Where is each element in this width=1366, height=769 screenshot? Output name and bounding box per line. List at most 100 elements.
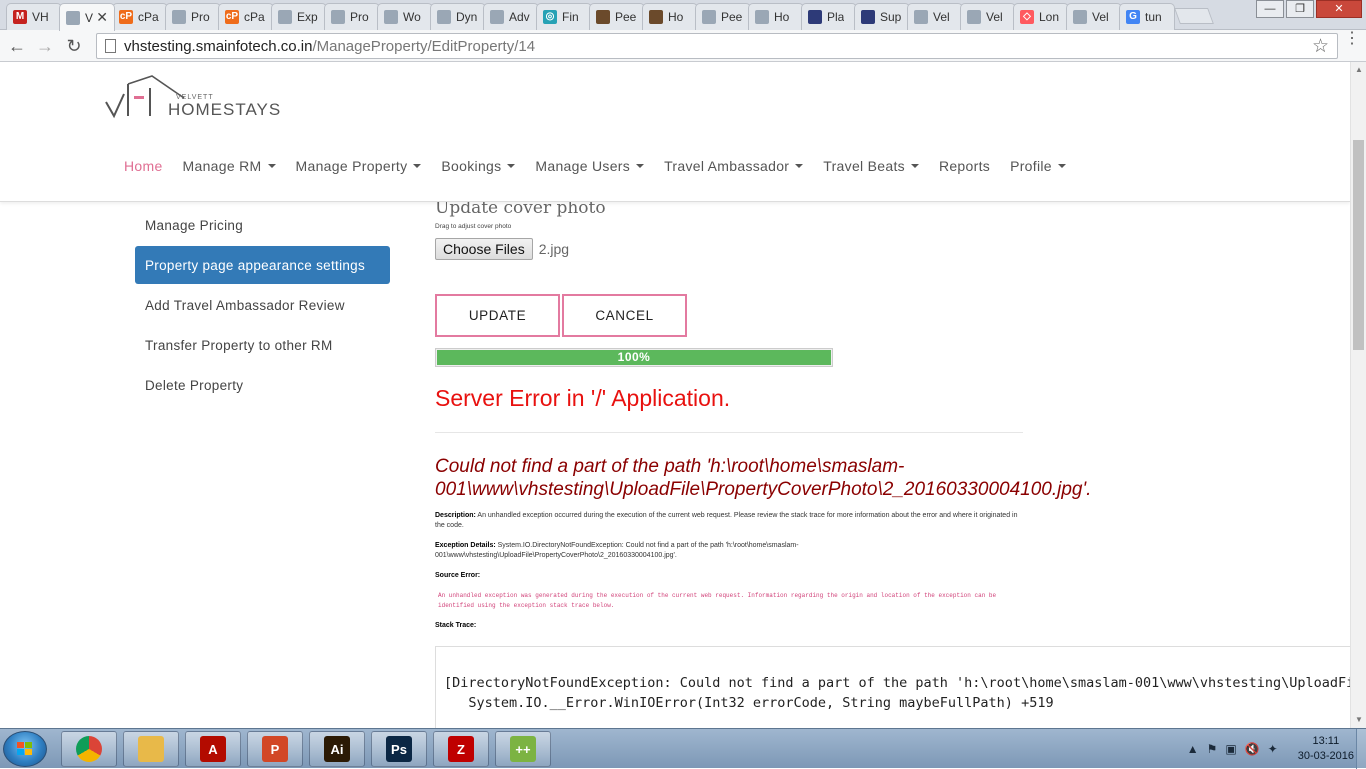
taskbar-app-powerpoint[interactable]: P: [247, 731, 303, 767]
nav-item-bookings[interactable]: Bookings: [441, 158, 516, 174]
tray-icon[interactable]: ▣: [1225, 742, 1236, 756]
exception-label: Exception Details:: [435, 542, 496, 549]
start-button[interactable]: [3, 731, 47, 767]
page-viewport: VELVETT HOMESTAYS Home Manage RM Manage Pr…: [0, 62, 1350, 728]
browser-tab[interactable]: Wo: [377, 3, 433, 30]
browser-tab[interactable]: M VH: [6, 3, 62, 30]
nav-item-travel-ambassador[interactable]: Travel Ambassador: [664, 158, 804, 174]
nav-item-reports[interactable]: Reports: [939, 158, 990, 174]
browser-tab[interactable]: Ho: [642, 3, 698, 30]
browser-toolbar: ← → ↻ vhstesting.smainfotech.co.in/Manag…: [0, 30, 1366, 62]
tab-favicon-icon: [861, 10, 875, 24]
taskbar-app-chrome[interactable]: [61, 731, 117, 767]
nav-item-label: Reports: [938, 158, 991, 174]
side-menu-item[interactable]: Delete Property: [135, 366, 390, 404]
page-scrollbar[interactable]: ▲ ▼: [1350, 62, 1366, 728]
file-explorer-icon: [138, 736, 164, 762]
scroll-down-arrow-icon[interactable]: ▼: [1351, 712, 1366, 728]
site-header: VELVETT HOMESTAYS Home Manage RM Manage Pr…: [0, 62, 1350, 202]
browser-tab[interactable]: cP cPa: [218, 3, 274, 30]
stack-trace-box[interactable]: [DirectoryNotFoundException: Could not f…: [435, 646, 1350, 728]
browser-tab[interactable]: Pla: [801, 3, 857, 30]
tray-icon[interactable]: ⚑: [1207, 742, 1218, 756]
browser-tab[interactable]: Pee: [589, 3, 645, 30]
side-menu-item[interactable]: Manage Pricing: [135, 206, 390, 244]
file-chooser: Choose Files 2.jpg: [435, 238, 1350, 260]
browser-tab[interactable]: cP cPa: [112, 3, 168, 30]
show-desktop-button[interactable]: [1356, 729, 1366, 769]
tray-icon[interactable]: 🔇: [1245, 742, 1260, 756]
clock[interactable]: 13:11 30-03-2016: [1298, 734, 1354, 764]
maximize-button[interactable]: ❐: [1286, 0, 1314, 18]
nav-item-label: Manage RM: [182, 158, 262, 174]
chrome-menu-icon[interactable]: ⋮: [1344, 31, 1360, 47]
browser-tab[interactable]: Vel: [1066, 3, 1122, 30]
new-tab-button[interactable]: [1174, 8, 1214, 24]
tab-favicon-icon: cP: [119, 10, 133, 24]
browser-tab[interactable]: Gtun: [1119, 3, 1175, 30]
nav-item-home[interactable]: Home: [124, 158, 163, 174]
tray-icon[interactable]: ▲: [1187, 742, 1199, 756]
close-window-button[interactable]: ✕: [1316, 0, 1362, 18]
taskbar-app-file-explorer[interactable]: [123, 731, 179, 767]
nav-item-manage-rm[interactable]: Manage RM: [183, 158, 276, 174]
browser-tab[interactable]: Sup: [854, 3, 910, 30]
tab-favicon-icon: [755, 10, 769, 24]
browser-tab[interactable]: Vel: [907, 3, 963, 30]
browser-tab[interactable]: Ho: [748, 3, 804, 30]
stack-trace-line: [DirectoryNotFoundException: Could not f…: [444, 675, 1350, 691]
browser-tab[interactable]: Adv: [483, 3, 539, 30]
source-error-heading: Source Error:: [435, 571, 1025, 581]
logo-homestays-text: HOMESTAYS: [168, 100, 282, 119]
tab-title: tun: [1145, 10, 1162, 24]
tray-icon[interactable]: ✦: [1268, 742, 1278, 756]
filezilla-icon: Z: [448, 736, 474, 762]
browser-tab[interactable]: Dyn: [430, 3, 486, 30]
server-error-title: Server Error in '/' Application.: [435, 385, 731, 411]
scrollbar-thumb[interactable]: [1353, 140, 1364, 350]
choose-files-button[interactable]: Choose Files: [435, 238, 533, 260]
taskbar-app-notepad-plus[interactable]: ++: [495, 731, 551, 767]
browser-tab[interactable]: V ✕: [59, 3, 115, 31]
minimize-button[interactable]: —: [1256, 0, 1284, 18]
tab-favicon-icon: [66, 10, 80, 25]
close-tab-icon[interactable]: ✕: [96, 9, 108, 26]
taskbar-app-filezilla[interactable]: Z: [433, 731, 489, 767]
side-menu-item[interactable]: Add Travel Ambassador Review: [135, 286, 390, 324]
reload-button[interactable]: ↻: [63, 35, 85, 57]
side-menu-item[interactable]: Property page appearance settings: [135, 246, 390, 284]
back-button[interactable]: ←: [6, 35, 28, 57]
nav-item-label: Bookings: [441, 158, 502, 174]
tab-title: Pro: [350, 10, 369, 24]
browser-tab[interactable]: Exp: [271, 3, 327, 30]
velvett-homestays-logo[interactable]: VELVETT HOMESTAYS: [104, 74, 294, 124]
caret-down-icon: [910, 164, 919, 168]
browser-tab[interactable]: ◎ Fin: [536, 3, 592, 30]
browser-tab[interactable]: Pro: [165, 3, 221, 30]
update-button[interactable]: UPDATE: [435, 294, 560, 337]
taskbar-app-illustrator[interactable]: Ai: [309, 731, 365, 767]
caret-down-icon: [1057, 164, 1066, 168]
tab-favicon-icon: [278, 10, 292, 24]
star-icon[interactable]: ☆: [1312, 35, 1329, 58]
browser-tab[interactable]: Pee: [695, 3, 751, 30]
browser-tab[interactable]: Pro: [324, 3, 380, 30]
forward-button[interactable]: →: [34, 35, 56, 57]
browser-tab-strip: — ❐ ✕ M VH V ✕ cP cPa Pro cP cPa Exp Pro Wo Dyn Adv ◎ F…: [0, 0, 1366, 31]
side-menu-item[interactable]: Transfer Property to other RM: [135, 326, 390, 364]
taskbar-app-acrobat[interactable]: A: [185, 731, 241, 767]
nav-item-profile[interactable]: Profile: [1010, 158, 1066, 174]
cancel-button[interactable]: CANCEL: [562, 294, 687, 337]
taskbar-app-photoshop[interactable]: Ps: [371, 731, 427, 767]
nav-item-travel-beats[interactable]: Travel Beats: [823, 158, 919, 174]
nav-item-manage-property[interactable]: Manage Property: [296, 158, 422, 174]
browser-tab[interactable]: ◇ Lon: [1013, 3, 1069, 30]
page-icon: [105, 39, 116, 53]
browser-tab[interactable]: Vel: [960, 3, 1016, 30]
caret-down-icon: [795, 164, 804, 168]
scroll-up-arrow-icon[interactable]: ▲: [1351, 62, 1366, 78]
address-bar[interactable]: vhstesting.smainfotech.co.in/ManagePrope…: [96, 33, 1338, 59]
tab-favicon-icon: [384, 10, 398, 24]
nav-item-manage-users[interactable]: Manage Users: [535, 158, 645, 174]
clock-date: 30-03-2016: [1297, 750, 1354, 762]
